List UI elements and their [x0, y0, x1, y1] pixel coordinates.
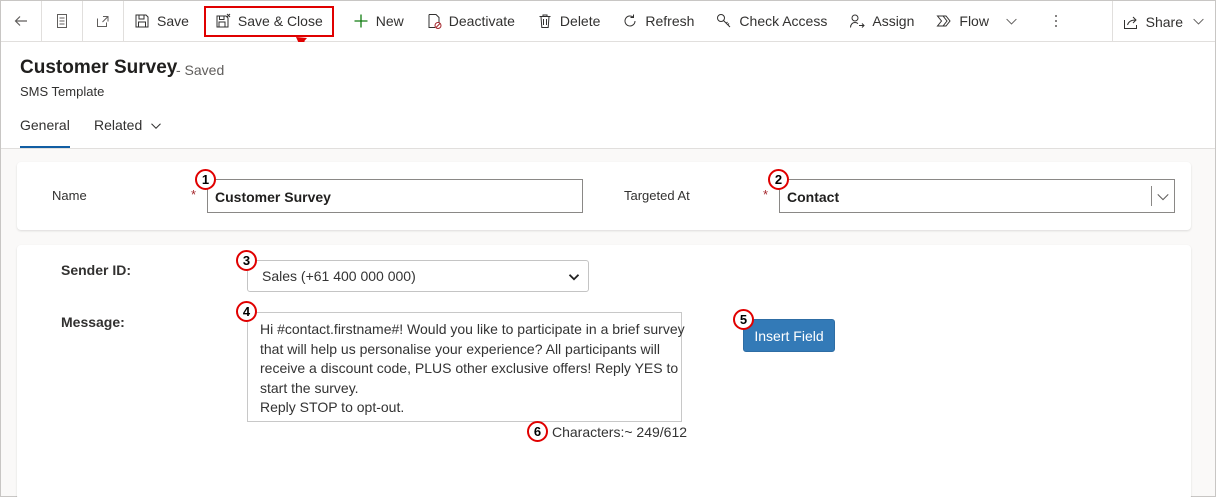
save-status: - Saved [176, 62, 225, 78]
flow-label: Flow [959, 13, 989, 29]
name-field[interactable]: Customer Survey [207, 179, 583, 213]
key-icon [717, 14, 731, 28]
flow-button[interactable]: Flow [924, 1, 1028, 42]
sender-id-select[interactable]: Sales (+61 400 000 000) [247, 260, 589, 292]
share-label: Share [1145, 13, 1183, 30]
share-button[interactable]: Share [1111, 1, 1215, 42]
back-button[interactable] [1, 1, 41, 42]
message-textarea[interactable]: Hi #contact.firstname#! Would you like t… [247, 312, 685, 422]
lookup-divider [1151, 186, 1152, 206]
refresh-label: Refresh [645, 13, 695, 29]
tab-related-label: Related [94, 117, 143, 133]
callout-marker-6: 6 [527, 421, 548, 442]
targeted-at-label: Targeted At [624, 188, 690, 203]
chevron-down-icon [1193, 18, 1204, 25]
more-commands-button[interactable] [1028, 1, 1076, 42]
share-icon [1123, 16, 1137, 29]
document-icon [57, 14, 67, 28]
check-access-label: Check Access [739, 13, 828, 29]
targeted-at-value: Contact [787, 189, 840, 205]
more-vertical-icon [1054, 15, 1057, 27]
plus-icon [354, 14, 368, 28]
sender-id-label: Sender ID: [61, 262, 132, 278]
sender-id-value: Sales (+61 400 000 000) [262, 268, 416, 284]
tab-general[interactable]: General [20, 117, 70, 148]
record-header: Customer Survey - Saved SMS Template Gen… [1, 42, 1215, 149]
save-button[interactable]: Save [124, 1, 199, 42]
chevron-down-icon[interactable] [1156, 190, 1170, 204]
insert-field-button[interactable]: Insert Field [743, 319, 835, 352]
record-set-button[interactable] [42, 1, 82, 42]
command-bar: Save Save & Close New Deactivate Delete … [1, 0, 1215, 42]
save-close-icon [216, 13, 231, 28]
tab-related[interactable]: Related [94, 117, 162, 148]
character-count: Characters:~ 249/612 [552, 424, 688, 440]
chevron-down-icon [151, 123, 162, 129]
message-line: start the survey. [260, 379, 359, 396]
new-label: New [375, 13, 404, 29]
name-required-marker: * [191, 187, 197, 202]
assign-label: Assign [872, 13, 915, 29]
targeted-at-lookup[interactable]: Contact [779, 179, 1175, 213]
targeted-at-required-marker: * [763, 187, 769, 202]
callout-marker-5: 5 [733, 309, 754, 330]
callout-marker-3: 3 [236, 250, 257, 271]
callout-marker-4: 4 [236, 301, 257, 322]
message-line: that will help us personalise your exper… [260, 340, 660, 357]
assign-person-icon [850, 14, 866, 28]
message-label: Message: [61, 314, 125, 330]
message-line: Hi #contact.firstname#! Would you like t… [260, 321, 685, 337]
assign-button[interactable]: Assign [837, 1, 924, 42]
tab-general-label: General [20, 117, 70, 133]
message-line: Reply STOP to opt-out. [260, 399, 405, 415]
callout-marker-2: 2 [768, 169, 789, 190]
chevron-down-icon [1006, 18, 1017, 25]
deactivate-label: Deactivate [448, 13, 515, 29]
page-title: Customer Survey [20, 57, 178, 78]
message-line: receive a discount code, PLUS other excl… [260, 360, 679, 376]
flow-icon [936, 15, 952, 27]
refresh-button[interactable]: Refresh [610, 1, 704, 42]
chevron-down-icon [568, 274, 580, 281]
deactivate-icon [428, 14, 442, 29]
name-label: Name [52, 188, 87, 203]
callout-marker-1: 1 [195, 169, 216, 190]
save-icon [135, 14, 149, 28]
name-field-value: Customer Survey [215, 189, 331, 205]
trash-icon [539, 14, 551, 28]
save-label: Save [157, 13, 189, 29]
delete-label: Delete [559, 13, 601, 29]
back-arrow-icon [14, 16, 27, 26]
pop-out-icon [97, 16, 109, 27]
open-new-window-button[interactable] [83, 1, 123, 42]
check-access-button[interactable]: Check Access [704, 1, 837, 42]
deactivate-button[interactable]: Deactivate [414, 1, 525, 42]
refresh-icon [624, 14, 636, 27]
delete-button[interactable]: Delete [525, 1, 610, 42]
save-close-label: Save & Close [237, 13, 323, 29]
entity-name: SMS Template [20, 84, 105, 99]
